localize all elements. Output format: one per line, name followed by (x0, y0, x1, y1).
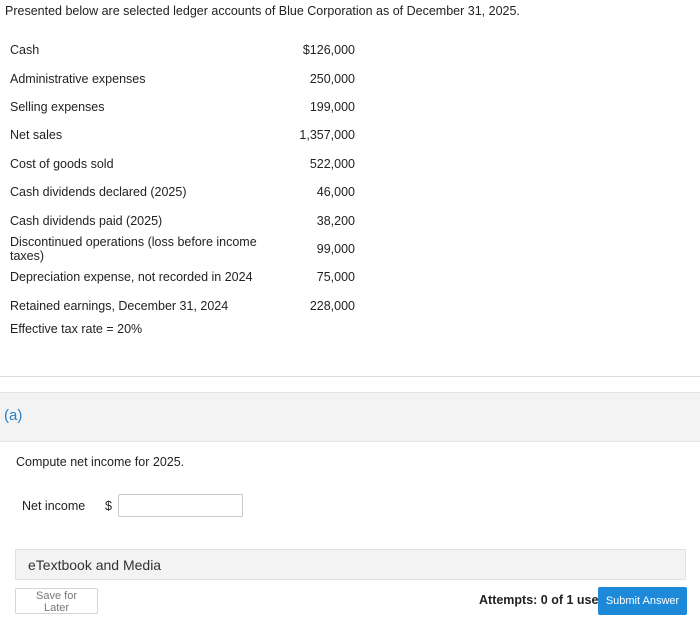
section-divider (0, 376, 700, 377)
ledger-row: Retained earnings, December 31, 2024 228,… (10, 292, 355, 320)
ledger-account: Selling expenses (10, 99, 105, 114)
ledger-row: Cost of goods sold 522,000 (10, 150, 355, 178)
ledger-amount: 228,000 (309, 298, 355, 313)
ledger-amount: 1,357,000 (299, 128, 355, 143)
ledger-account: Cash (10, 43, 40, 58)
ledger-row: Administrative expenses 250,000 (10, 64, 355, 92)
problem-intro: Presented below are selected ledger acco… (5, 4, 520, 18)
ledger-account: Net sales (10, 128, 63, 143)
ledger-amount: 522,000 (309, 156, 355, 171)
ledger-amount: 250,000 (309, 71, 355, 86)
ledger-amount: $126,000 (302, 43, 355, 58)
submit-answer-button[interactable]: Submit Answer (598, 587, 687, 615)
part-label: (a) (4, 407, 23, 424)
attempts-counter: Attempts: 0 of 1 used (479, 593, 607, 607)
ledger-row: Cash $126,000 (10, 36, 355, 64)
ledger-row: Cash dividends declared (2025) 46,000 (10, 178, 355, 206)
ledger-account: Depreciation expense, not recorded in 20… (10, 270, 253, 285)
ledger-account: Cash dividends declared (2025) (10, 185, 187, 200)
net-income-label: Net income (22, 499, 86, 513)
ledger-amount: 38,200 (316, 213, 355, 228)
ledger-account: Administrative expenses (10, 71, 146, 86)
question-text: Compute net income for 2025. (16, 455, 185, 469)
ledger-amount: 46,000 (316, 185, 355, 200)
ledger-row: Depreciation expense, not recorded in 20… (10, 263, 355, 291)
ledger-table: Cash $126,000 Administrative expenses 250,0… (10, 36, 355, 320)
ledger-row: Selling expenses 199,000 (10, 93, 355, 121)
ledger-row: Net sales 1,357,000 (10, 121, 355, 149)
ledger-account: Cost of goods sold (10, 156, 114, 171)
ledger-account: Cash dividends paid (2025) (10, 213, 163, 228)
ledger-row: Cash dividends paid (2025) 38,200 (10, 206, 355, 234)
etextbook-media-panel[interactable]: eTextbook and Media (15, 549, 686, 580)
net-income-input[interactable] (118, 494, 243, 517)
ledger-amount: 99,000 (316, 241, 355, 256)
tax-rate-text: Effective tax rate = 20% (10, 322, 143, 336)
ledger-amount: 199,000 (309, 99, 355, 114)
save-for-later-button[interactable]: Save for Later (15, 588, 98, 614)
ledger-account: Retained earnings, December 31, 2024 (10, 298, 229, 313)
ledger-account: Discontinued operations (loss before inc… (10, 234, 257, 263)
currency-symbol: $ (105, 499, 112, 513)
part-header: (a) (0, 392, 700, 442)
ledger-amount: 75,000 (316, 270, 355, 285)
ledger-row: Discontinued operations (loss before inc… (10, 235, 355, 263)
